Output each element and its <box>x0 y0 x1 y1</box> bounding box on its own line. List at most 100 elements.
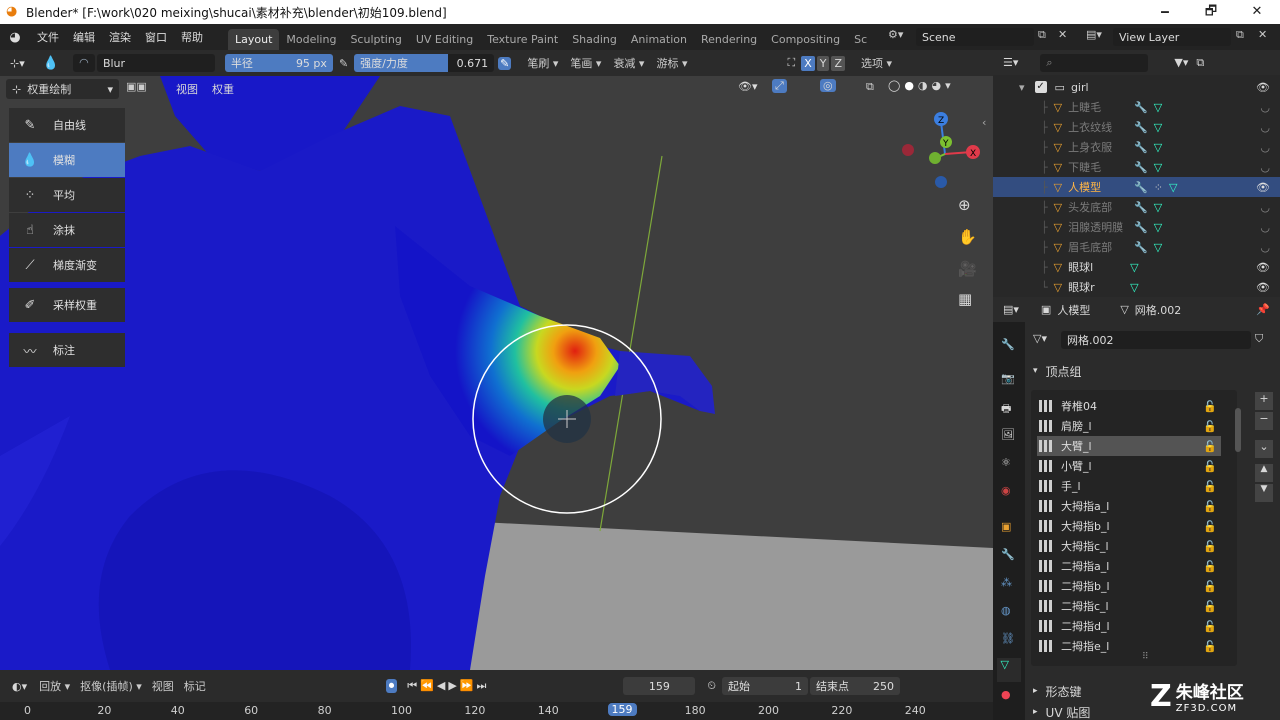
particles-tab-icon[interactable]: ⁂ <box>1001 576 1012 589</box>
hidden-eye-icon[interactable]: ◡ <box>1260 121 1270 134</box>
move-down-button[interactable]: ▼ <box>1255 484 1273 502</box>
current-frame-field[interactable]: 159 <box>623 677 696 695</box>
vertex-group-item[interactable]: 二拇指a_l 🔓 <box>1037 556 1221 576</box>
outliner-search[interactable]: ⌕ <box>1040 53 1149 72</box>
lock-icon[interactable]: 🔓 <box>1203 540 1217 553</box>
tab-uv-editing[interactable]: UV Editing <box>409 29 480 50</box>
strength-slider[interactable]: 强度/力度 0.671 <box>354 54 495 72</box>
lock-icon[interactable]: 🔓 <box>1203 500 1217 513</box>
tab-animation[interactable]: Animation <box>624 29 694 50</box>
radius-slider[interactable]: 半径 95 px <box>224 54 333 72</box>
brush-name-field[interactable]: Blur <box>96 54 215 72</box>
mirror-y-toggle[interactable]: Y <box>816 55 830 71</box>
vertex-group-item[interactable]: 肩膀_l 🔓 <box>1037 416 1221 436</box>
gizmo-neg-z-ball[interactable] <box>935 176 947 188</box>
add-vertex-group-button[interactable]: + <box>1255 392 1273 410</box>
playback-controls[interactable]: ⏮⏪◀▶⏩⏭ <box>407 679 489 693</box>
outliner-item[interactable]: ├ ▽ 人模型 🔧 ⁘ ▽ 👁 <box>993 177 1280 197</box>
visibility-eye-icon[interactable]: 👁 <box>1256 81 1270 94</box>
menu-render[interactable]: 渲染 <box>102 29 138 45</box>
xray-icon[interactable]: ⧉ <box>866 80 874 94</box>
gizmo-toggle-icon[interactable]: ⤢ <box>772 79 787 93</box>
lock-icon[interactable]: 🔓 <box>1203 420 1217 433</box>
editor-type-icon[interactable]: ☰▾ <box>1003 56 1018 69</box>
object-tab-icon[interactable]: ▣ <box>1001 520 1011 533</box>
sidebar-toggle-icon[interactable]: ‹ <box>982 116 986 129</box>
gizmo-neg-y-ball[interactable] <box>929 152 941 164</box>
tool-sample-weight[interactable]: ✐ 采样权重 <box>9 288 125 322</box>
visibility-eye-icon[interactable]: 👁 <box>1256 281 1270 294</box>
start-frame-field[interactable]: 起始 1 <box>722 677 808 695</box>
view-layer-selector[interactable]: View Layer <box>1113 28 1231 46</box>
visibility-icon[interactable]: 👁▾ <box>738 80 758 93</box>
timeline-editor-icon[interactable]: ◐▾ <box>12 680 27 693</box>
view-layer-icon[interactable]: ▤▾ <box>1086 28 1102 41</box>
hidden-eye-icon[interactable]: ◡ <box>1260 221 1270 234</box>
move-up-button[interactable]: ▲ <box>1255 464 1273 482</box>
expand-arrow-icon[interactable]: ▾ <box>1019 81 1025 94</box>
options-dropdown[interactable]: 选项 ▾ <box>857 54 896 72</box>
render-tab-icon[interactable]: 📷 <box>1001 372 1015 385</box>
falloff-dropdown[interactable]: 衰减 ▾ <box>609 54 648 72</box>
tab-scripting[interactable]: Sc <box>847 29 874 50</box>
vertex-groups-panel-header[interactable]: ▾ 顶点组 <box>1025 360 1280 382</box>
clock-icon[interactable]: ⏲ <box>707 679 716 693</box>
filter-icon[interactable]: ▼▾ <box>1174 56 1188 69</box>
tab-texture-paint[interactable]: Texture Paint <box>480 29 565 50</box>
vertex-group-item[interactable]: 二拇指c_l 🔓 <box>1037 596 1221 616</box>
world-tab-icon[interactable]: ◉ <box>1001 484 1011 497</box>
tool-gradient[interactable]: ⟋ 梯度渐变 <box>9 248 125 282</box>
marker-menu[interactable]: 标记 <box>180 677 210 695</box>
maximize-button[interactable]: 🗗 <box>1188 0 1234 24</box>
menu-edit[interactable]: 编辑 <box>66 29 102 45</box>
mesh-type-icon[interactable]: ▽▾ <box>1033 332 1047 345</box>
lock-icon[interactable]: 🔓 <box>1203 620 1217 633</box>
3d-viewport[interactable]: Z X Y ⊹ 权重绘制 ▾ ▣▣ 视图 权重 👁▾ ⤢ ◎ ⧉ ◯●◑◕▾ ‹… <box>0 76 993 670</box>
outliner-item[interactable]: ├ ▽ 上身衣服 🔧 ▽ ◡ <box>993 137 1280 157</box>
tab-compositing[interactable]: Compositing <box>764 29 847 50</box>
delete-scene-icon[interactable]: ✕ <box>1058 28 1067 41</box>
zoom-icon[interactable]: ⊕ <box>958 196 971 214</box>
view-layer-tab-icon[interactable]: 🖼 <box>1001 428 1015 441</box>
lock-icon[interactable]: 🔓 <box>1203 640 1217 653</box>
new-scene-icon[interactable]: ⧉ <box>1038 28 1046 42</box>
mask-toggle-icons[interactable]: ▣▣ <box>126 80 147 93</box>
tab-rendering[interactable]: Rendering <box>694 29 764 50</box>
lock-icon[interactable]: 🔓 <box>1203 560 1217 573</box>
vertex-group-specials-button[interactable]: ⌄ <box>1255 440 1273 458</box>
menu-file[interactable]: 文件 <box>30 29 66 45</box>
overlay-toggle-icon[interactable]: ◎ <box>820 79 836 92</box>
brush-dropdown[interactable]: 笔刷 ▾ <box>523 54 562 72</box>
delete-view-layer-icon[interactable]: ✕ <box>1258 28 1267 41</box>
mirror-x-toggle[interactable]: X <box>801 55 815 71</box>
lock-icon[interactable]: 🔓 <box>1203 440 1217 453</box>
outliner-item[interactable]: ├ ▽ 眉毛底部 🔧 ▽ ◡ <box>993 237 1280 257</box>
tool-smear[interactable]: ☝ 涂抹 <box>9 213 125 247</box>
vertex-group-item[interactable]: 大拇指c_l 🔓 <box>1037 536 1221 556</box>
list-scrollbar[interactable] <box>1235 408 1241 452</box>
lock-icon[interactable]: 🔓 <box>1203 580 1217 593</box>
outliner-item[interactable]: └ ▽ 眼球r ▽ 👁 <box>993 277 1280 297</box>
tool-tab-icon[interactable]: 🔧 <box>1001 338 1015 351</box>
grid-icon[interactable]: ▦ <box>958 290 972 308</box>
minimize-button[interactable]: 🗕 <box>1142 0 1188 24</box>
tool-settings-icon[interactable]: ⊹▾ <box>10 57 25 70</box>
modifier-tab-icon[interactable]: 🔧 <box>1001 548 1015 561</box>
hidden-eye-icon[interactable]: ◡ <box>1260 101 1270 114</box>
output-tab-icon[interactable]: 🖶 <box>1001 400 1011 419</box>
lock-icon[interactable]: 🔓 <box>1203 600 1217 613</box>
lock-icon[interactable]: 🔓 <box>1203 400 1217 413</box>
outliner-item[interactable]: ├ ▽ 上睫毛 🔧 ▽ ◡ <box>993 97 1280 117</box>
keying-dropdown[interactable]: 抠像(插帧) ▾ <box>76 677 146 695</box>
timeline-view-menu[interactable]: 视图 <box>148 677 178 695</box>
vertex-group-item[interactable]: 手_l 🔓 <box>1037 476 1221 496</box>
visibility-eye-icon[interactable]: 👁 <box>1256 261 1270 274</box>
hidden-eye-icon[interactable]: ◡ <box>1260 201 1270 214</box>
vertex-group-item[interactable]: 大臂_l 🔓 <box>1037 436 1221 456</box>
physics-tab-icon[interactable]: ◍ <box>1001 604 1011 617</box>
checkbox-icon[interactable]: ✓ <box>1034 81 1047 93</box>
scene-icon[interactable]: ⚙▾ <box>888 28 903 41</box>
tool-average[interactable]: ⁘ 平均 <box>9 178 125 212</box>
tab-layout[interactable]: Layout <box>228 29 280 50</box>
playback-dropdown[interactable]: 回放 ▾ <box>35 677 74 695</box>
